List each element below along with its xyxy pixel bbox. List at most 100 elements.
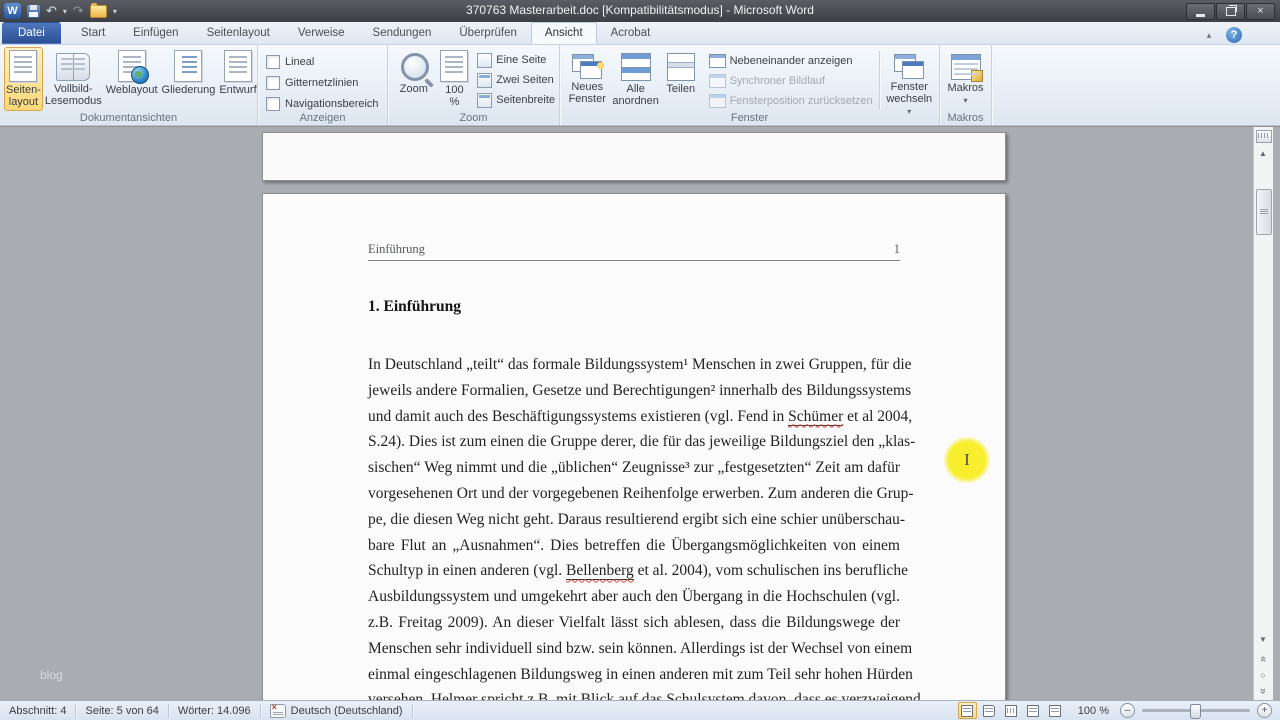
document-text-line: jeweils andere Formalien, Gesetze und Be… xyxy=(368,378,900,404)
eine-seite-button[interactable]: Eine Seite xyxy=(477,50,555,70)
navigationsbereich-checkbox[interactable] xyxy=(266,97,280,111)
window-title: 370763 Masterarbeit.doc [Kompatibilitäts… xyxy=(0,3,1280,17)
tab-sendungen[interactable]: Sendungen xyxy=(359,22,446,44)
tab-verweise[interactable]: Verweise xyxy=(284,22,359,44)
language-status[interactable]: Deutsch (Deutschland) xyxy=(261,701,412,720)
lineal-checkbox-row[interactable]: Lineal xyxy=(262,51,383,72)
ribbon: Seiten-layout Vollbild-Lesemodus Weblayo… xyxy=(0,45,1280,126)
teilen-button[interactable]: Teilen xyxy=(661,47,701,98)
group-fenster: NeuesFenster Alleanordnen Teilen Nebenei… xyxy=(560,45,940,125)
previous-page-button[interactable]: « xyxy=(1254,651,1272,667)
makros-button[interactable]: Makros▾ xyxy=(944,47,987,109)
document-text-line: S.24). Dies ist zum einen die Gruppe der… xyxy=(368,429,900,455)
document-text-line: versehen. Helmer spricht z.B. mit Blick … xyxy=(368,687,900,701)
draft-icon xyxy=(1049,705,1061,717)
alle-anordnen-button[interactable]: Alleanordnen xyxy=(610,47,661,110)
group-zoom: Zoom 100% Eine Seite Zwei Seiten xyxy=(388,45,560,125)
page-status[interactable]: Seite: 5 von 64 xyxy=(76,701,167,720)
minimize-button[interactable] xyxy=(1186,3,1215,20)
draft-icon xyxy=(224,50,252,82)
group-divider xyxy=(879,51,880,109)
neues-fenster-button[interactable]: NeuesFenster xyxy=(564,47,610,108)
restore-button[interactable] xyxy=(1216,3,1245,20)
tab-seitenlayout[interactable]: Seitenlayout xyxy=(193,22,284,44)
tab-ansicht[interactable]: Ansicht xyxy=(531,22,597,44)
zoom-percentage[interactable]: 100 % xyxy=(1078,705,1109,717)
zoom-100-button[interactable]: 100% xyxy=(436,47,474,111)
synchroner-bildlauf-button: Synchroner Bildlauf xyxy=(709,71,873,91)
document-text-line: In Deutschland „teilt“ das formale Bildu… xyxy=(368,352,900,378)
group-label-zoom: Zoom xyxy=(388,112,559,124)
title-bar: W ↶ ▾ ↷ ▾ 370763 Masterarbeit.doc [Kompa… xyxy=(0,0,1280,22)
group-label-fenster: Fenster xyxy=(560,112,939,124)
zoom-100-icon xyxy=(440,50,468,82)
zoom-out-button[interactable]: – xyxy=(1120,703,1135,718)
fullscreen-reading-view-button[interactable] xyxy=(980,702,999,719)
group-anzeigen: Lineal Gitternetzlinien Navigationsberei… xyxy=(258,45,388,125)
weblayout-icon xyxy=(118,50,146,82)
seitenlayout-view-button[interactable]: Seiten-layout xyxy=(4,47,43,111)
reset-window-position-icon xyxy=(709,94,726,108)
zoom-slider[interactable] xyxy=(1142,709,1250,712)
zoom-slider-thumb[interactable] xyxy=(1190,704,1201,719)
tab-acrobat[interactable]: Acrobat xyxy=(597,22,665,44)
magnifier-icon xyxy=(401,53,429,81)
tab-ueberpruefen[interactable]: Überprüfen xyxy=(445,22,531,44)
document-area: Einführung 1 1. Einführung In Deutschlan… xyxy=(0,126,1280,701)
draft-view-button[interactable] xyxy=(1046,702,1065,719)
seitenbreite-button[interactable]: Seitenbreite xyxy=(477,90,555,110)
document-text-line: sischen“ Weg nimmt und die „üblichen“ Ze… xyxy=(368,455,900,481)
header-section-title: Einführung xyxy=(368,242,425,260)
zoom-button[interactable]: Zoom xyxy=(392,47,436,98)
weblayout-view-button[interactable] xyxy=(1002,702,1021,719)
scroll-down-button[interactable]: ▼ xyxy=(1254,631,1272,647)
fullscreen-reading-icon xyxy=(56,53,90,81)
tab-start[interactable]: Start xyxy=(67,22,119,44)
gitternetzlinien-checkbox-row[interactable]: Gitternetzlinien xyxy=(262,72,383,93)
nebeneinander-anzeigen-button[interactable]: Nebeneinander anzeigen xyxy=(709,51,873,71)
next-page-button[interactable]: « xyxy=(1254,683,1272,699)
zwei-seiten-button[interactable]: Zwei Seiten xyxy=(477,70,555,90)
gitternetzlinien-checkbox[interactable] xyxy=(266,76,280,90)
tab-einfuegen[interactable]: Einfügen xyxy=(119,22,192,44)
tab-datei[interactable]: Datei xyxy=(2,22,61,44)
previous-page-bottom[interactable] xyxy=(262,132,1006,181)
gliederung-button[interactable]: Gliederung xyxy=(160,47,218,99)
word-window: W ↶ ▾ ↷ ▾ 370763 Masterarbeit.doc [Kompa… xyxy=(0,0,1280,720)
fullscreen-reading-icon xyxy=(983,705,995,717)
weblayout-button[interactable]: Weblayout xyxy=(104,47,160,99)
click-highlight: I xyxy=(944,437,990,483)
help-icon[interactable]: ? xyxy=(1226,27,1242,43)
collapse-ribbon-icon[interactable]: ▴ xyxy=(1202,29,1216,41)
watermark: blog xyxy=(40,668,63,682)
navigationsbereich-checkbox-row[interactable]: Navigationsbereich xyxy=(262,93,383,114)
word-count-status[interactable]: Wörter: 14.096 xyxy=(169,701,260,720)
document-text-line: Ausbildungssystem und umgekehrt aber auc… xyxy=(368,584,900,610)
view-side-by-side-icon xyxy=(709,54,726,68)
minimize-icon xyxy=(1196,14,1205,17)
entwurf-button[interactable]: Entwurf xyxy=(217,47,258,99)
print-layout-view-button[interactable] xyxy=(958,702,977,719)
outline-view-button[interactable] xyxy=(1024,702,1043,719)
scrollbar-thumb[interactable] xyxy=(1256,189,1272,235)
document-text-line: Schultyp in einen anderen (vgl. Bellenbe… xyxy=(368,558,900,584)
ruler-toggle-button[interactable] xyxy=(1256,130,1272,143)
vollbild-lesemodus-button[interactable]: Vollbild-Lesemodus xyxy=(43,47,104,110)
select-browse-object-button[interactable]: ○ xyxy=(1254,667,1272,683)
dropdown-arrow-icon: ▾ xyxy=(963,96,967,105)
group-label-makros: Makros xyxy=(940,112,991,124)
scroll-up-button[interactable]: ▲ xyxy=(1254,145,1272,161)
document-text-line: z.B. Freitag 2009). An dieser Vielfalt l… xyxy=(368,610,900,636)
document-text-line: bare Flut an „Ausnahmen“. Dies betreffen… xyxy=(368,533,900,559)
close-button[interactable]: × xyxy=(1246,3,1275,20)
restore-icon xyxy=(1226,7,1236,16)
section-status[interactable]: Abschnitt: 4 xyxy=(0,701,75,720)
document-text-line: einmal eingeschlagenen Bildungsweg in ei… xyxy=(368,662,900,688)
text-cursor-icon: I xyxy=(964,450,970,470)
vertical-scrollbar[interactable]: ▲ ▼ « ○ « xyxy=(1253,127,1273,701)
print-layout-icon xyxy=(9,50,37,82)
lineal-checkbox[interactable] xyxy=(266,55,280,69)
fenster-wechseln-button[interactable]: Fensterwechseln ▾ xyxy=(883,47,935,120)
zoom-in-button[interactable]: + xyxy=(1257,703,1272,718)
document-page[interactable]: Einführung 1 1. Einführung In Deutschlan… xyxy=(262,193,1006,701)
